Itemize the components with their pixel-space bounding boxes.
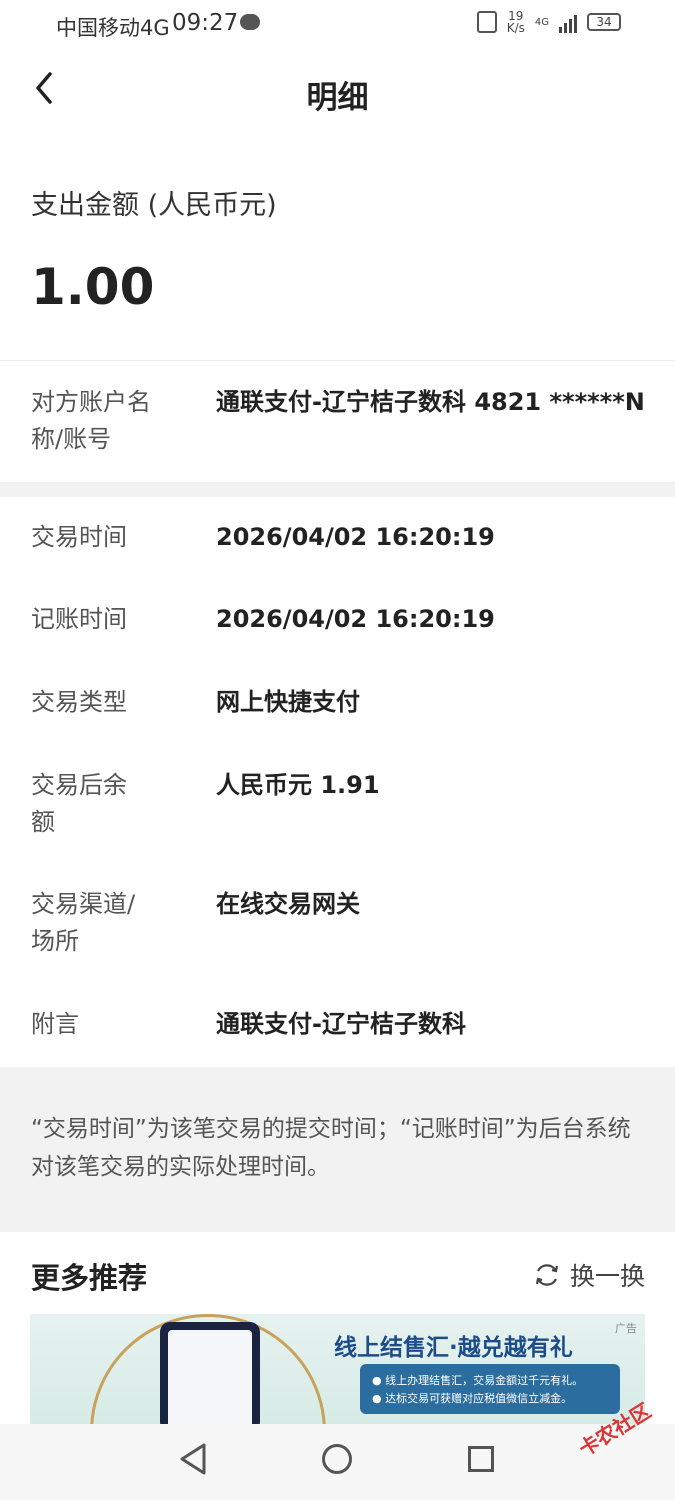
banner-headline: 线上结售汇·越兑越有礼 xyxy=(334,1335,573,1361)
detail-value-book-time: 2026/04/02 16:20:19 xyxy=(216,605,495,633)
detail-label-book-time: 记账时间 xyxy=(31,605,127,633)
counterparty-label: 对方账户名称/账号 xyxy=(31,388,151,453)
refresh-icon xyxy=(535,1264,559,1286)
detail-value-memo: 通联支付-辽宁桔子数科 xyxy=(216,1010,466,1038)
ad-tag: 广告 xyxy=(615,1322,637,1335)
message-icon xyxy=(240,14,260,30)
banner-line-2: ● 达标交易可获赠对应税值微信立减金。 xyxy=(372,1392,573,1405)
detail-value-channel: 在线交易网关 xyxy=(216,890,360,918)
nav-bar: 明细 xyxy=(0,50,675,130)
status-bar: 中国移动4G 09:27 19 K/s 4G 34 xyxy=(0,0,675,50)
vibrate-icon xyxy=(476,11,497,33)
phone-screen-illustration xyxy=(168,1330,252,1424)
nav-home-icon[interactable] xyxy=(322,1444,352,1474)
detail-label-channel: 交易渠道/场所 xyxy=(31,890,136,955)
detail-label-trade-type: 交易类型 xyxy=(31,688,127,716)
net-speed: 19 K/s xyxy=(507,10,525,34)
detail-value-trade-type: 网上快捷支付 xyxy=(216,688,360,716)
detail-label-memo: 附言 xyxy=(31,1010,79,1038)
section-divider xyxy=(0,482,675,497)
status-icons: 19 K/s 4G 34 xyxy=(476,10,621,34)
amount-value: 1.00 xyxy=(31,258,155,316)
network-type: 4G xyxy=(534,16,549,28)
banner-line-1: ● 线上办理结售汇，交易金额过千元有礼。 xyxy=(372,1374,584,1387)
divider xyxy=(0,360,675,361)
detail-label-balance: 交易后余额 xyxy=(31,771,127,836)
detail-label-trade-time: 交易时间 xyxy=(31,523,127,551)
net-speed-unit: K/s xyxy=(506,21,525,35)
note-text: “交易时间”为该笔交易的提交时间；“记账时间”为后台系统对该笔交易的实际处理时间… xyxy=(31,1116,631,1180)
refresh-button[interactable]: 换一换 xyxy=(532,1257,645,1293)
recommend-title: 更多推荐 xyxy=(31,1261,148,1295)
page-title: 明细 xyxy=(306,80,369,116)
nav-recent-icon[interactable] xyxy=(468,1446,494,1472)
promo-banner[interactable]: 线上结售汇·越兑越有礼 ● 线上办理结售汇，交易金额过千元有礼。 ● 达标交易可… xyxy=(30,1314,645,1424)
battery-icon: 34 xyxy=(587,13,621,31)
detail-value-trade-time: 2026/04/02 16:20:19 xyxy=(216,523,495,551)
nav-back-icon[interactable] xyxy=(178,1442,208,1476)
clock: 09:27 xyxy=(172,10,239,36)
detail-value-balance: 人民币元 1.91 xyxy=(216,771,380,799)
amount-label: 支出金额 (人民币元) xyxy=(31,190,277,221)
counterparty-value: 通联支付-辽宁桔子数科 4821 ******N xyxy=(216,388,645,416)
signal-icon xyxy=(559,11,577,33)
carrier-label: 中国移动4G xyxy=(56,16,170,40)
refresh-label: 换一换 xyxy=(569,1262,645,1291)
